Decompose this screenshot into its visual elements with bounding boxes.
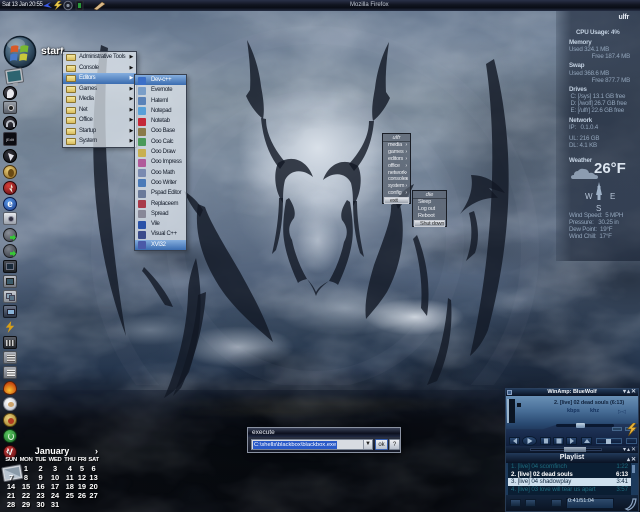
svg-text:E: E <box>610 192 615 201</box>
svg-text:S: S <box>596 204 601 213</box>
svg-text:W: W <box>585 192 593 201</box>
